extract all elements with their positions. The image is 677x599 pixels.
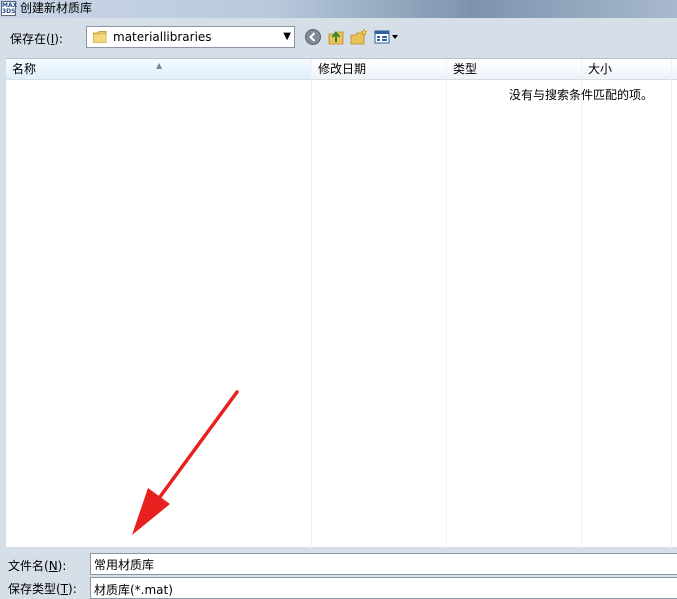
- window-title: 创建新材质库: [20, 1, 93, 15]
- annotation-arrow: [132, 390, 239, 535]
- save-in-label-suffix: ):: [54, 32, 63, 46]
- file-name-label: 文件名(N):: [8, 557, 66, 574]
- file-name-accesskey: N: [48, 559, 58, 573]
- file-name-input[interactable]: [90, 553, 677, 575]
- file-list[interactable]: 名称 ▲ 修改日期 类型 大小 没有与搜索条件匹配的项。: [6, 58, 677, 548]
- app-icon-text-bottom: 3DS: [2, 8, 16, 15]
- save-in-label-prefix: 保存在(: [10, 32, 51, 46]
- chevron-down-icon[interactable]: ▼: [283, 31, 291, 42]
- column-divider: [311, 59, 312, 548]
- title-bar[interactable]: MAX 3DS 创建新材质库: [0, 0, 677, 18]
- file-type-dropdown[interactable]: 材质库(*.mat): [90, 577, 677, 599]
- app-icon[interactable]: MAX 3DS: [1, 1, 17, 16]
- column-header-size[interactable]: 大小: [582, 59, 672, 79]
- up-folder-icon[interactable]: [327, 28, 345, 46]
- current-folder: materiallibraries: [113, 30, 212, 44]
- file-type-accesskey: T: [60, 582, 69, 596]
- column-label-date: 修改日期: [318, 62, 367, 76]
- save-in-label: 保存在(I):: [10, 30, 63, 47]
- sort-ascending-icon: ▲: [156, 61, 163, 70]
- column-label-type: 类型: [453, 62, 478, 76]
- column-label-name: 名称: [12, 62, 37, 76]
- file-name-label-prefix: 文件名(: [8, 559, 49, 573]
- column-divider: [446, 59, 447, 548]
- column-header-name[interactable]: 名称 ▲: [6, 59, 311, 79]
- folder-icon: [93, 31, 107, 43]
- view-menu-icon[interactable]: [374, 28, 400, 46]
- column-label-size: 大小: [588, 62, 613, 76]
- file-type-label-prefix: 保存类型(: [8, 582, 61, 596]
- new-folder-icon[interactable]: [350, 28, 368, 46]
- column-divider: [581, 59, 582, 548]
- list-header: 名称 ▲ 修改日期 类型 大小: [6, 59, 677, 80]
- empty-message: 没有与搜索条件匹配的项。: [509, 88, 654, 102]
- file-type-label-suffix: ):: [68, 582, 77, 596]
- file-name-label-suffix: ):: [57, 559, 67, 573]
- column-divider: [671, 59, 672, 548]
- column-header-type[interactable]: 类型: [447, 59, 581, 79]
- column-header-date[interactable]: 修改日期: [312, 59, 446, 79]
- back-icon[interactable]: [304, 28, 322, 46]
- save-in-dropdown[interactable]: materiallibraries ▼: [86, 26, 295, 48]
- file-type-value: 材质库(*.mat): [94, 583, 173, 597]
